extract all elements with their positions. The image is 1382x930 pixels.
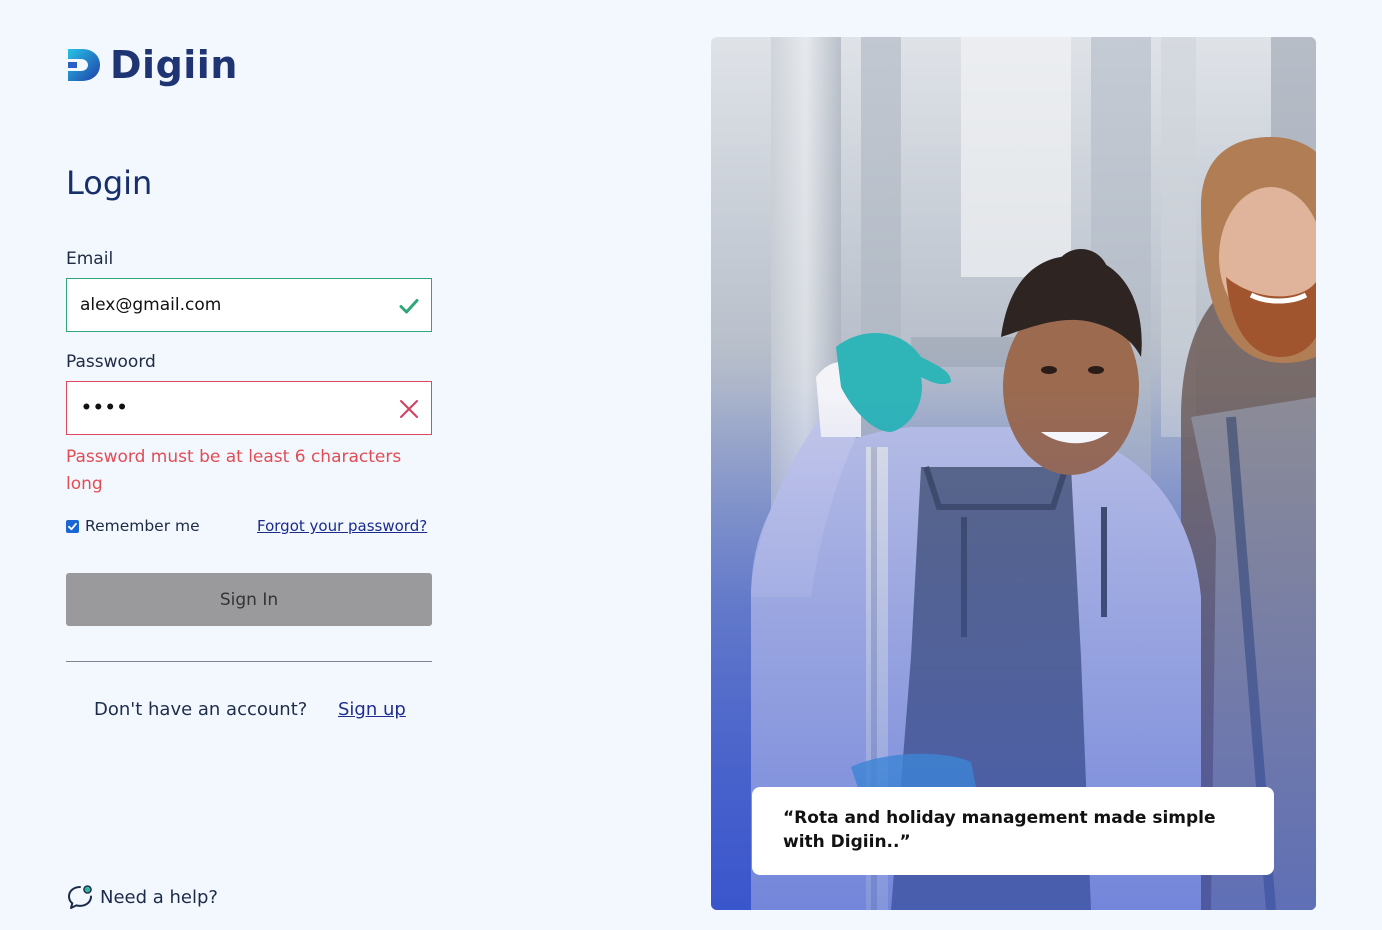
testimonial-quote-card: “Rota and holiday management made simple…	[752, 787, 1274, 875]
brand-name: Digiin	[110, 43, 238, 87]
password-field[interactable]: ••••	[66, 381, 432, 435]
email-label: Email	[66, 249, 114, 269]
password-masked-value: ••••	[81, 398, 129, 418]
password-label: Passwoord	[66, 352, 156, 372]
password-error-message: Password must be at least 6 characters l…	[66, 447, 402, 494]
remember-me-checkbox[interactable]: Remember me	[66, 517, 200, 535]
login-page: Digiin Login Email Passwoord •••• Passwo…	[0, 0, 1382, 930]
checkbox-checked-icon[interactable]	[66, 519, 79, 533]
workers-photo-illustration	[711, 37, 1316, 910]
sign-up-link[interactable]: Sign up	[338, 699, 406, 720]
forgot-password-link[interactable]: Forgot your password?	[257, 517, 427, 535]
email-field-container	[66, 278, 432, 332]
brand-logo[interactable]: Digiin	[66, 40, 238, 90]
email-field[interactable]	[80, 295, 380, 315]
help-label: Need a help?	[100, 886, 218, 908]
page-title: Login	[66, 164, 153, 202]
digiin-logo-mark-icon	[68, 49, 100, 81]
sign-in-button[interactable]: Sign In	[66, 573, 432, 626]
help-link[interactable]: Need a help?	[66, 883, 218, 911]
remember-me-label: Remember me	[85, 517, 200, 535]
hero-image-panel: “Rota and holiday management made simple…	[711, 37, 1316, 910]
check-icon	[399, 299, 419, 314]
no-account-text: Don't have an account?	[94, 699, 308, 720]
divider	[66, 661, 432, 662]
testimonial-quote-text: “Rota and holiday management made simple…	[783, 808, 1216, 852]
chat-bubble-icon	[68, 885, 92, 909]
error-x-icon[interactable]	[397, 397, 421, 421]
